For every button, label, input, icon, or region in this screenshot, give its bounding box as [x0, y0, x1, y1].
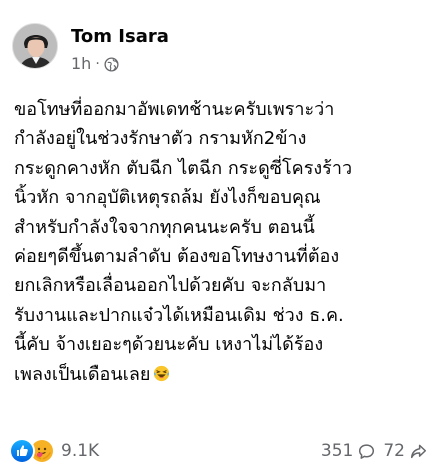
post-header: Tom Isara 1h ·	[12, 10, 429, 82]
reactions-summary[interactable]: 9.1K	[9, 436, 99, 466]
post-timestamp[interactable]: 1h	[71, 54, 91, 74]
post-body: ขอโทษที่ออกมาอัพเดทช้านะครับเพราะว่า กำล…	[14, 95, 427, 389]
facebook-post: Tom Isara 1h · ขอโทษที่ออกมาอัพเดทช้านะค…	[0, 0, 441, 475]
post-footer: 9.1K 351 72	[9, 436, 427, 466]
post-text: ขอโทษที่ออกมาอัพเดทช้านะครับเพราะว่า กำล…	[14, 99, 353, 385]
reactions-count[interactable]: 9.1K	[61, 440, 99, 462]
post-stats: 351 72	[321, 436, 427, 466]
comment-icon	[359, 443, 375, 459]
like-icon	[9, 438, 35, 464]
shares-count: 72	[383, 441, 405, 461]
laughing-crying-emoji	[154, 365, 170, 381]
avatar-portrait-icon	[13, 24, 57, 68]
share-icon	[410, 444, 427, 458]
post-meta: 1h ·	[71, 54, 119, 74]
meta-separator: ·	[95, 56, 100, 72]
shares-stat[interactable]: 72	[383, 441, 427, 461]
author-avatar[interactable]	[12, 23, 58, 69]
comments-count: 351	[320, 441, 354, 461]
comments-stat[interactable]: 351	[321, 441, 375, 461]
globe-icon[interactable]	[104, 56, 119, 72]
author-name[interactable]: Tom Isara	[71, 26, 169, 48]
